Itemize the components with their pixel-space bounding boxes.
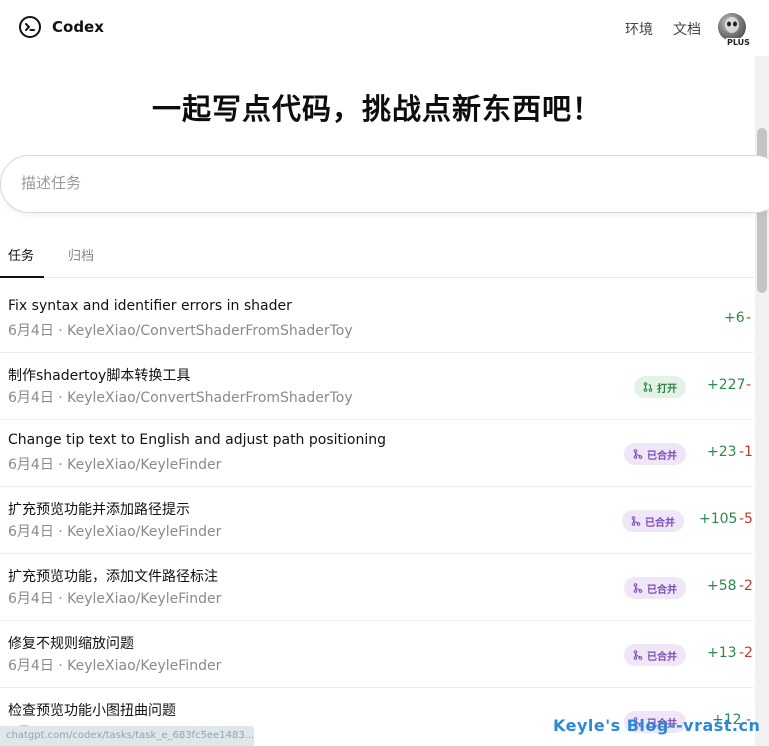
browser-status-bar: chatgpt.com/codex/tasks/task_e_683fc5ee1…	[0, 726, 254, 746]
codex-page: Codex 环境 文档 PLUS 一起写点代码，挑战点新东西吧！ 任务 归档 F…	[0, 0, 769, 746]
avatar-image-icon	[725, 17, 739, 33]
task-meta: 6月4日 · KeyleXiao/KeyleFinder	[8, 658, 222, 674]
plus-badge: PLUS	[726, 38, 751, 47]
codex-logo-icon[interactable]	[18, 15, 42, 39]
pull-request-icon	[643, 382, 653, 392]
task-meta: 6月4日 · KeyleXiao/KeyleFinder	[8, 591, 222, 607]
task-row[interactable]: 制作shadertoy脚本转换工具 6月4日 · KeyleXiao/Conve…	[0, 353, 754, 420]
task-title: 制作shadertoy脚本转换工具	[8, 368, 191, 384]
merged-icon	[633, 650, 643, 660]
blog-watermark: Keyle's Blog--vrast.cn	[553, 716, 761, 735]
task-row[interactable]: Change tip text to English and adjust pa…	[0, 420, 754, 487]
task-title: 修复不规则缩放问题	[8, 636, 134, 652]
task-row[interactable]: Fix syntax and identifier errors in shad…	[0, 286, 754, 353]
diff-additions: +105	[699, 511, 738, 527]
user-avatar[interactable]	[718, 13, 746, 41]
nav-environments-link[interactable]: 环境	[625, 19, 653, 39]
status-badge-label: 已合并	[647, 584, 677, 596]
top-header: Codex 环境 文档 PLUS	[0, 0, 769, 56]
status-badge-label: 打开	[657, 383, 677, 395]
status-badge-label: 已合并	[647, 450, 677, 462]
task-description-input[interactable]	[21, 174, 621, 192]
task-title: Fix syntax and identifier errors in shad…	[8, 298, 292, 314]
tab-tasks[interactable]: 任务	[8, 245, 34, 264]
nav-docs-link[interactable]: 文档	[673, 19, 701, 39]
merged-icon	[633, 449, 643, 459]
status-badge-merged: 已合并	[622, 510, 684, 532]
task-row[interactable]: 扩充预览功能并添加路径提示 6月4日 · KeyleXiao/KeyleFind…	[0, 487, 754, 554]
task-meta: 6月4日 · KeyleXiao/ConvertShaderFromShader…	[8, 390, 353, 406]
status-badge-label: 已合并	[645, 517, 675, 529]
diff-additions: +6	[724, 310, 745, 326]
diff-additions: +23	[707, 444, 737, 460]
brand-name[interactable]: Codex	[52, 18, 104, 36]
task-row[interactable]: 修复不规则缩放问题 6月4日 · KeyleXiao/KeyleFinder 已…	[0, 621, 754, 688]
task-tabs: 任务 归档	[0, 232, 754, 278]
task-row[interactable]: 扩充预览功能，添加文件路径标注 6月4日 · KeyleXiao/KeyleFi…	[0, 554, 754, 621]
task-title: 检查预览功能小图扭曲问题	[8, 703, 176, 719]
diff-deletions: -1	[739, 444, 753, 460]
task-title: 扩充预览功能，添加文件路径标注	[8, 569, 218, 585]
diff-additions: +58	[707, 578, 737, 594]
task-title: 扩充预览功能并添加路径提示	[8, 502, 190, 518]
diff-deletions: -2	[739, 578, 753, 594]
status-badge-merged: 已合并	[624, 443, 686, 465]
diff-deletions: -2	[739, 645, 753, 661]
task-meta: 6月4日 · KeyleXiao/KeyleFinder	[8, 524, 222, 540]
diff-deletions: -	[746, 377, 752, 393]
status-badge-merged: 已合并	[624, 577, 686, 599]
diff-deletions: -	[746, 310, 752, 326]
task-title: Change tip text to English and adjust pa…	[8, 432, 386, 448]
tab-archive[interactable]: 归档	[68, 245, 94, 264]
task-search-box[interactable]	[0, 155, 769, 213]
task-meta: 6月4日 · KeyleXiao/ConvertShaderFromShader…	[8, 323, 353, 339]
status-badge-label: 已合并	[647, 651, 677, 663]
status-badge-open: 打开	[634, 376, 686, 398]
diff-deletions: -5	[739, 511, 753, 527]
status-badge-merged: 已合并	[624, 644, 686, 666]
task-meta: 6月4日 · KeyleXiao/KeyleFinder	[8, 457, 222, 473]
active-tab-indicator	[0, 276, 44, 278]
diff-additions: +227	[707, 377, 746, 393]
merged-icon	[631, 516, 641, 526]
merged-icon	[633, 583, 643, 593]
diff-additions: +13	[707, 645, 737, 661]
hero-title: 一起写点代码，挑战点新东西吧！	[151, 92, 602, 126]
